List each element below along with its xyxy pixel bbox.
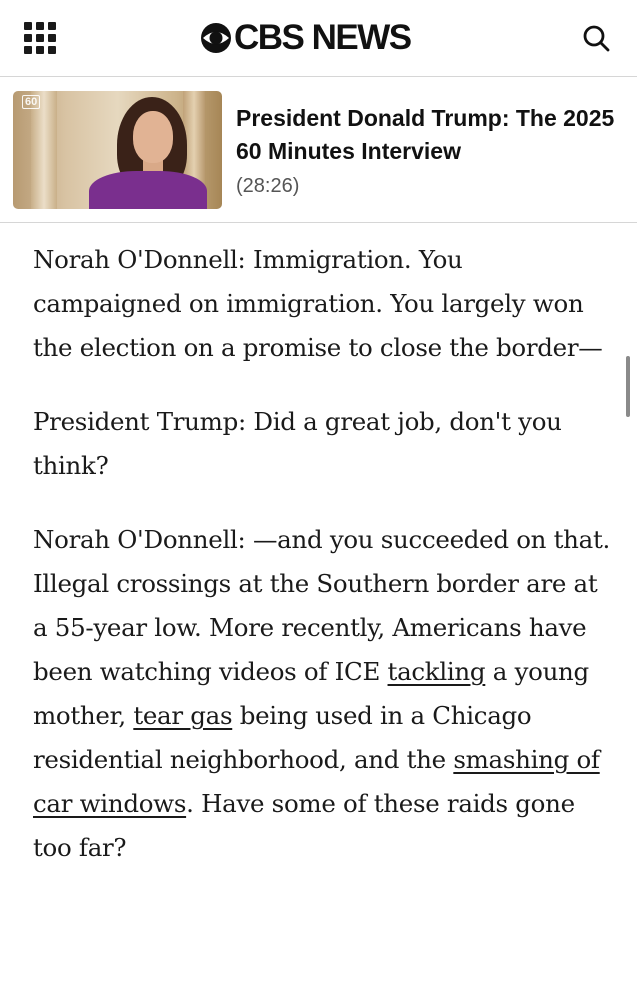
video-thumbnail[interactable]: 60 — [13, 91, 222, 209]
paragraph: President Trump: Did a great job, don't … — [33, 407, 562, 480]
cbs-eye-icon — [201, 23, 231, 53]
paragraph: Norah O'Donnell: —and you succeeded on t… — [33, 525, 611, 862]
60-minutes-badge: 60 — [22, 95, 41, 109]
link-tackling[interactable]: tackling — [388, 657, 486, 686]
video-title[interactable]: President Donald Trump: The 2025 60 Minu… — [236, 102, 616, 168]
site-header: CBS NEWS — [0, 0, 637, 77]
cbs-news-logo[interactable]: CBS NEWS — [200, 18, 412, 58]
paragraph: Norah O'Donnell: Immigration. You campai… — [33, 245, 603, 362]
featured-video: 60 President Donald Trump: The 2025 60 M… — [0, 78, 637, 223]
grid-menu-icon[interactable] — [24, 22, 57, 55]
link-tear-gas[interactable]: tear gas — [133, 701, 232, 730]
search-icon[interactable] — [580, 22, 612, 54]
scrollbar[interactable] — [626, 356, 630, 417]
logo-text: CBS NEWS — [234, 18, 412, 57]
article-body: Norah O'Donnell: Immigration. You campai… — [33, 238, 618, 900]
video-duration: (28:26) — [236, 175, 300, 197]
